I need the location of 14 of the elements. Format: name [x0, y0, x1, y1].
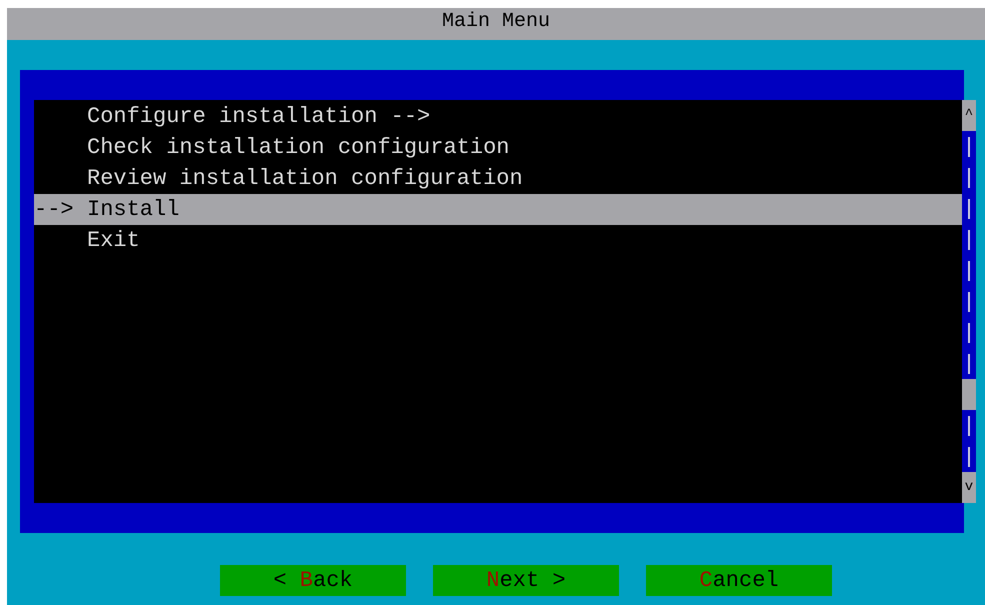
dialog-button[interactable]: Next >	[433, 565, 619, 596]
scroll-down-button[interactable]: v	[962, 472, 976, 503]
dialog-button[interactable]: < Back	[220, 565, 406, 596]
cursor-marker: -->	[34, 194, 87, 225]
scrollbar-thumb[interactable]	[962, 379, 976, 410]
scrollbar[interactable]: ^ v	[962, 100, 976, 503]
menu-item[interactable]: Review installation configuration	[87, 163, 962, 194]
dialog-button[interactable]: Cancel	[646, 565, 832, 596]
menu-item[interactable]: Check installation configuration	[87, 132, 962, 163]
menu-item[interactable]: Configure installation -->	[87, 101, 962, 132]
menu-item[interactable]: Install	[87, 194, 962, 225]
menu-item[interactable]: Exit	[87, 225, 962, 256]
window-title: Main Menu	[7, 8, 985, 40]
scroll-up-button[interactable]: ^	[962, 100, 976, 131]
